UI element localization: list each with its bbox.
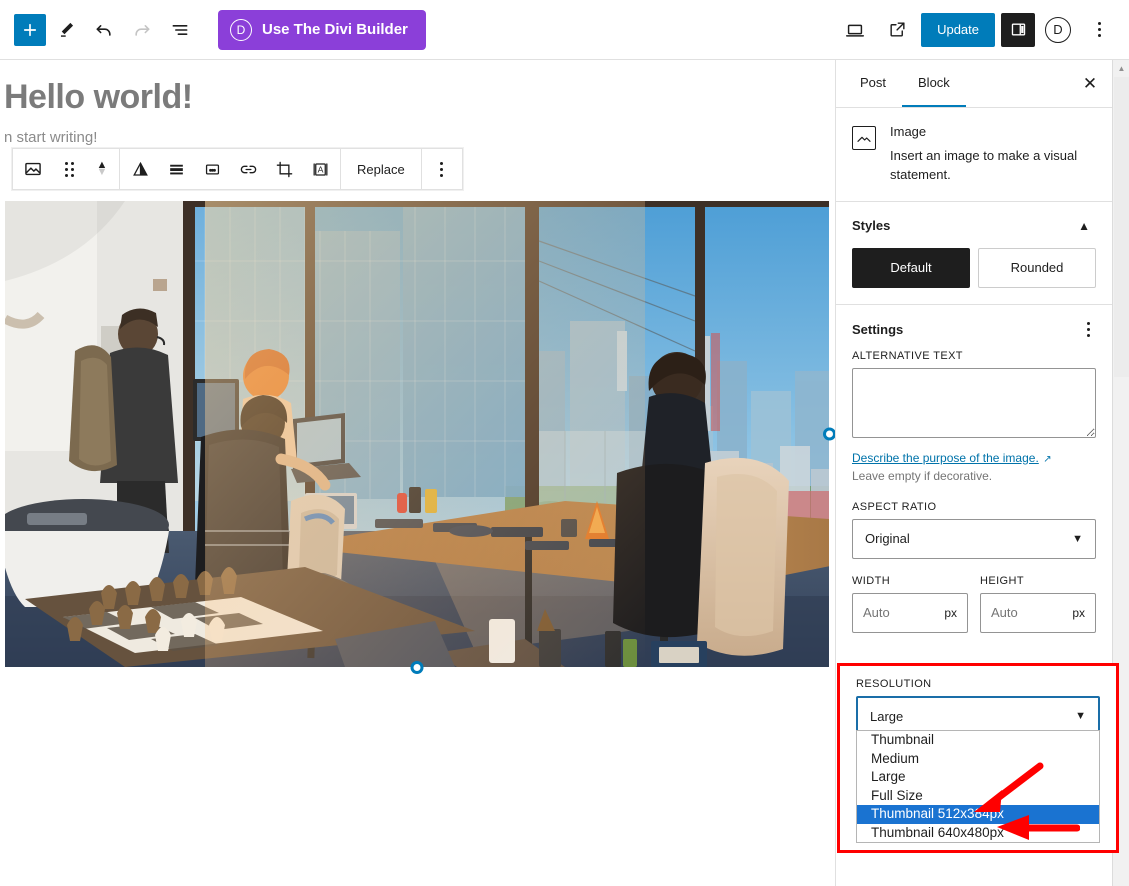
block-toolbar-group-format: A	[120, 149, 341, 189]
office-photo[interactable]	[5, 201, 829, 667]
alt-text-label: ALTERNATIVE TEXT	[852, 350, 1096, 362]
resolution-option-thumbnail[interactable]: Thumbnail	[857, 731, 1099, 750]
resolution-label: RESOLUTION	[856, 678, 1100, 690]
desktop-preview-icon[interactable]	[837, 12, 873, 48]
document-overview-icon[interactable]	[162, 12, 198, 48]
pencil-icon[interactable]	[48, 12, 84, 48]
top-bar-left-tools: D Use The Divi Builder	[0, 10, 426, 50]
styles-heading: Styles	[852, 218, 890, 233]
aspect-ratio-value: Original	[865, 531, 910, 546]
divi-button-label: Use The Divi Builder	[262, 21, 408, 38]
close-icon[interactable]: ✕	[1068, 60, 1112, 107]
top-bar-right-tools: Update D	[837, 12, 1129, 48]
block-toolbar-group-replace: Replace	[341, 149, 422, 189]
image-icon	[852, 126, 876, 150]
height-placeholder: Auto	[991, 605, 1018, 620]
height-unit: px	[1072, 606, 1085, 620]
block-info-card: Image Insert an image to make a visual s…	[836, 108, 1112, 202]
aspect-ratio-select[interactable]: Original ▼	[852, 519, 1096, 559]
resolution-option-medium[interactable]: Medium	[857, 750, 1099, 769]
height-input[interactable]: Auto px	[980, 593, 1096, 633]
align-icon[interactable]	[122, 149, 158, 189]
resize-handle-right[interactable]	[823, 428, 835, 441]
width-unit: px	[944, 606, 957, 620]
style-rounded-button[interactable]: Rounded	[978, 248, 1096, 288]
more-options-icon[interactable]	[1081, 12, 1117, 48]
redo-icon[interactable]	[124, 12, 160, 48]
chevron-down-icon: ▼	[1072, 533, 1083, 545]
editor-canvas: Hello world! n start writing!	[0, 60, 835, 886]
scroll-up-arrow-icon[interactable]: ▲	[1113, 60, 1129, 77]
resize-handle-bottom[interactable]	[411, 661, 424, 674]
alt-text-note: Leave empty if decorative.	[852, 469, 1096, 483]
resolution-option-thumbnail-640x480[interactable]: Thumbnail 640x480px	[857, 824, 1099, 843]
block-toolbar: ▲ ▼	[12, 148, 463, 190]
aspect-ratio-label: ASPECT RATIO	[852, 501, 1096, 513]
add-caption-icon[interactable]	[194, 149, 230, 189]
block-description: Insert an image to make a visual stateme…	[890, 147, 1096, 185]
use-divi-builder-button[interactable]: D Use The Divi Builder	[218, 10, 426, 50]
chevron-down-icon: ▼	[1075, 710, 1086, 722]
block-title: Image	[890, 124, 1096, 139]
undo-icon[interactable]	[86, 12, 122, 48]
resolution-option-full-size[interactable]: Full Size	[857, 787, 1099, 806]
external-link-icon[interactable]	[879, 12, 915, 48]
image-icon[interactable]	[15, 149, 51, 189]
page-title[interactable]: Hello world!	[4, 78, 835, 117]
replace-button[interactable]: Replace	[343, 149, 419, 189]
resolution-option-thumbnail-512x384[interactable]: Thumbnail 512x384px	[857, 805, 1099, 824]
post-paragraph[interactable]: n start writing!	[4, 129, 835, 146]
add-block-button[interactable]	[14, 14, 46, 46]
external-link-icon: ↗	[1043, 454, 1051, 465]
image-block[interactable]	[5, 201, 829, 667]
update-button[interactable]: Update	[921, 13, 995, 47]
block-mover[interactable]: ▲ ▼	[87, 162, 117, 176]
chevron-down-icon[interactable]: ▼	[97, 169, 108, 176]
block-toolbar-group-block: ▲ ▼	[13, 149, 120, 189]
text-over-image-icon[interactable]: A	[302, 149, 338, 189]
sidebar-tabs: Post Block ✕	[836, 60, 1112, 108]
drag-handle-icon[interactable]	[51, 149, 87, 189]
divi-logo-icon[interactable]: D	[1045, 17, 1071, 43]
settings-panel-toggle[interactable]	[1001, 13, 1035, 47]
text-align-icon[interactable]	[158, 149, 194, 189]
width-label: WIDTH	[852, 575, 968, 587]
crop-icon[interactable]	[266, 149, 302, 189]
tab-post[interactable]: Post	[844, 60, 902, 107]
block-toolbar-group-more	[422, 149, 462, 189]
resolution-annotation-box: RESOLUTION Large ▼ Thumbnail Medium Larg…	[837, 663, 1119, 853]
more-options-icon[interactable]	[424, 149, 460, 189]
style-default-button[interactable]: Default	[852, 248, 970, 288]
width-input[interactable]: Auto px	[852, 593, 968, 633]
alt-text-input[interactable]	[852, 368, 1096, 438]
settings-heading: Settings	[852, 322, 903, 337]
resolution-value: Large	[870, 709, 903, 724]
width-placeholder: Auto	[863, 605, 890, 620]
chevron-up-icon[interactable]: ▲	[1072, 218, 1096, 234]
alt-text-help-link[interactable]: Describe the purpose of the image.	[852, 451, 1039, 465]
scrollbar-thumb[interactable]	[1114, 77, 1129, 377]
height-label: HEIGHT	[980, 575, 1096, 587]
styles-section: Styles ▲ Default Rounded	[836, 202, 1112, 305]
divi-logo-icon: D	[230, 19, 252, 41]
svg-text:A: A	[317, 164, 323, 174]
link-icon[interactable]	[230, 149, 266, 189]
resolution-options-list[interactable]: Thumbnail Medium Large Full Size Thumbna…	[856, 730, 1100, 843]
tab-block[interactable]: Block	[902, 60, 966, 107]
resolution-option-large[interactable]: Large	[857, 768, 1099, 787]
more-options-icon[interactable]	[1081, 321, 1096, 338]
settings-section: Settings ALTERNATIVE TEXT Describe the p…	[836, 305, 1112, 649]
editor-top-bar: D Use The Divi Builder Update D	[0, 0, 1129, 60]
